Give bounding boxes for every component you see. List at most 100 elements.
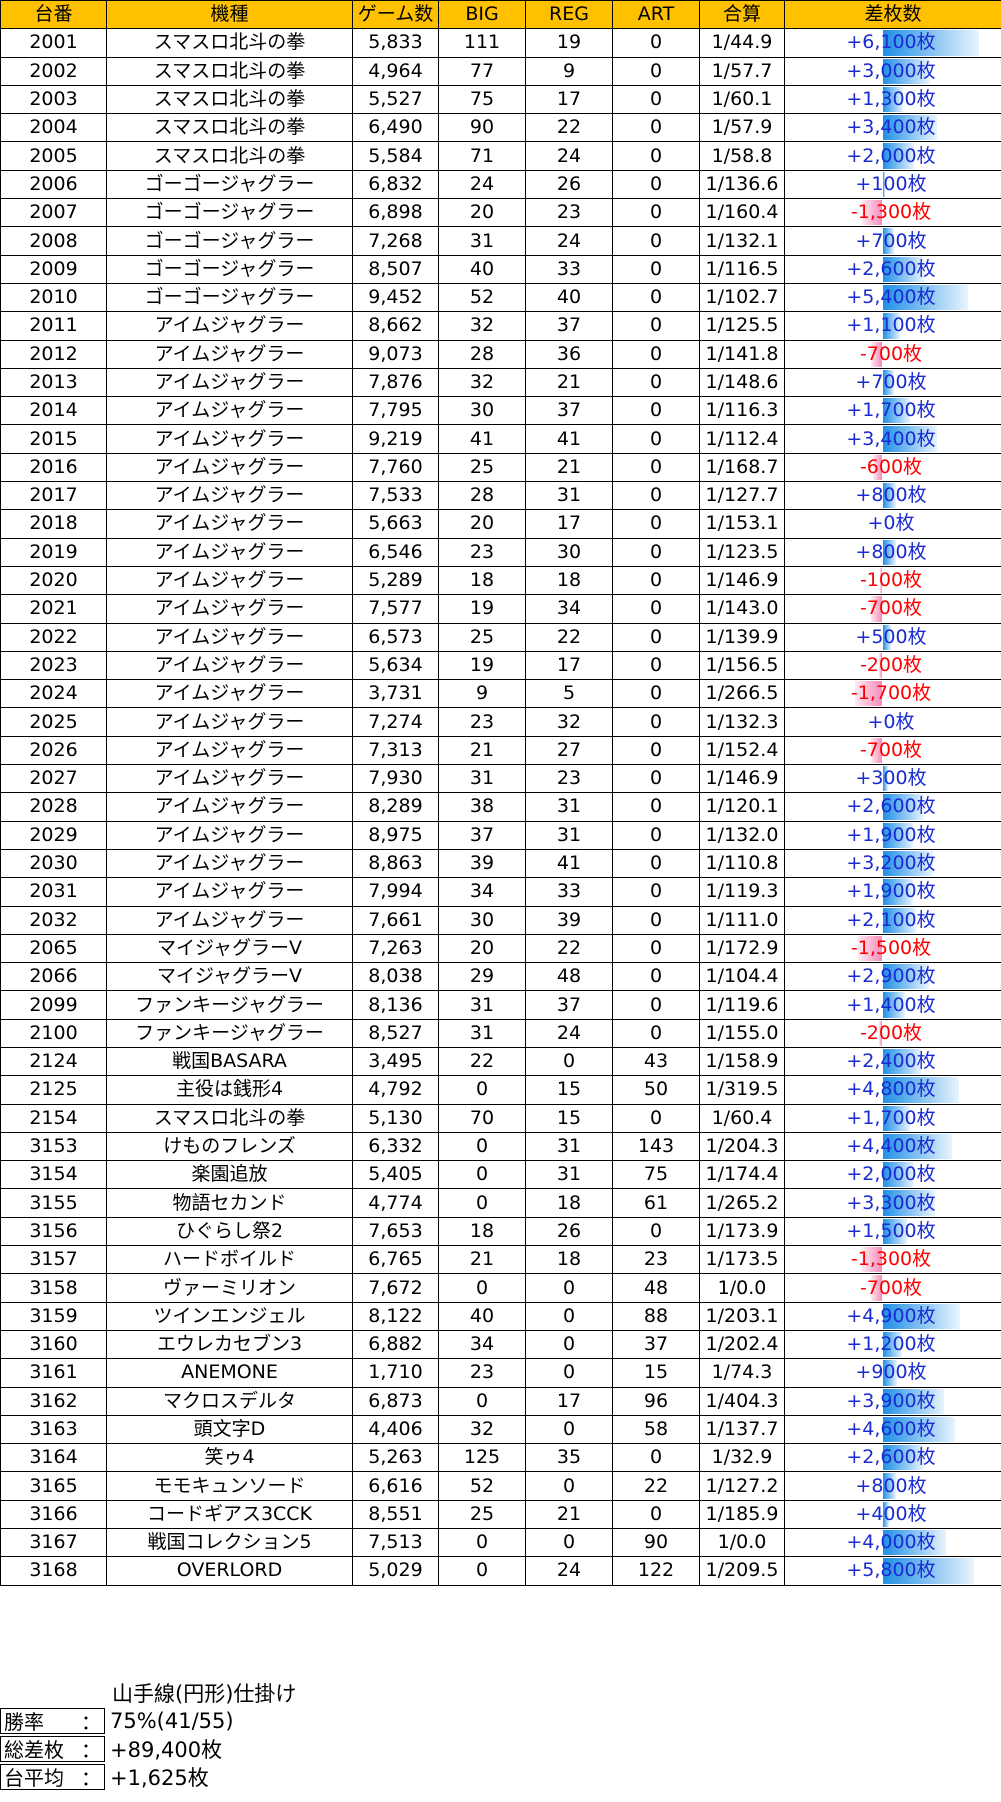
machine-number-cell: 3154 [0, 1160, 107, 1190]
big-cell: 41 [438, 424, 526, 454]
difference-cell: -1,700枚 [784, 679, 1001, 709]
difference-cell: -700枚 [784, 1273, 1001, 1303]
difference-value: +3,200枚 [846, 852, 936, 875]
difference-cell: -200枚 [784, 1018, 1001, 1048]
model-cell: 笑ゥ4 [106, 1443, 353, 1473]
difference-value: +3,000枚 [846, 59, 936, 82]
difference-value: +1,900枚 [846, 880, 936, 903]
big-cell: 19 [438, 594, 526, 624]
big-cell: 31 [438, 990, 526, 1020]
table-row: 2002 スマスロ北斗の拳 4,964 77 9 0 1/57.7 +3,000枚 [0, 56, 1001, 86]
difference-value: +800枚 [855, 1474, 927, 1497]
games-cell: 7,513 [352, 1528, 439, 1558]
reg-cell: 23 [525, 198, 613, 228]
combined-cell: 1/160.4 [699, 198, 785, 228]
machine-number-cell: 2030 [0, 848, 107, 879]
table-row: 2100 ファンキージャグラー 8,527 31 24 0 1/155.0 -200枚 [0, 1018, 1001, 1048]
model-cell: アイムジャグラー [106, 594, 353, 624]
machine-number-cell: 3162 [0, 1386, 107, 1416]
summary-colon: ： [81, 1738, 101, 1762]
big-cell: 22 [438, 1046, 526, 1077]
art-cell: 0 [612, 1018, 700, 1048]
summary-colon: ： [81, 1766, 101, 1790]
table-row: 2022 アイムジャグラー 6,573 25 22 0 1/139.9 +500枚 [0, 622, 1001, 652]
difference-cell: +0枚 [784, 707, 1001, 737]
games-cell: 3,495 [352, 1046, 439, 1077]
big-cell: 25 [438, 1499, 526, 1530]
difference-value: +700枚 [855, 371, 927, 393]
difference-cell: +1,500枚 [784, 1216, 1001, 1247]
difference-cell: +3,200枚 [784, 848, 1001, 879]
art-cell: 0 [612, 28, 700, 58]
games-cell: 9,073 [352, 339, 439, 369]
difference-value: +2,100枚 [846, 908, 936, 931]
table-row: 3168 OVERLORD 5,029 0 24 122 1/209.5 +5,800枚 [0, 1556, 1001, 1586]
reg-cell: 0 [525, 1329, 613, 1360]
machine-number-cell: 2124 [0, 1046, 107, 1077]
combined-cell: 1/141.8 [699, 339, 785, 369]
big-cell: 75 [438, 84, 526, 115]
machine-number-cell: 2024 [0, 679, 107, 709]
difference-cell: +300枚 [784, 764, 1001, 794]
difference-value: -100枚 [859, 569, 923, 592]
summary-value: +1,625枚 [110, 1765, 209, 1790]
reg-cell: 26 [525, 169, 613, 200]
art-cell: 88 [612, 1301, 700, 1331]
games-cell: 8,527 [352, 1018, 439, 1048]
table-row: 2003 スマスロ北斗の拳 5,527 75 17 0 1/60.1 +1,300枚 [0, 84, 1001, 115]
combined-cell: 1/102.7 [699, 282, 785, 313]
machine-number-cell: 2027 [0, 764, 107, 794]
machine-number-cell: 3160 [0, 1329, 107, 1360]
big-cell: 21 [438, 1245, 526, 1275]
games-cell: 7,661 [352, 905, 439, 935]
summary-key: 総差枚 [4, 1738, 64, 1762]
big-cell: 52 [438, 1471, 526, 1501]
difference-cell: +800枚 [784, 537, 1001, 567]
table-row: 2025 アイムジャグラー 7,274 23 32 0 1/132.3 +0枚 [0, 707, 1001, 737]
games-cell: 6,332 [352, 1131, 439, 1162]
art-cell: 75 [612, 1160, 700, 1190]
difference-value: +300枚 [855, 767, 927, 790]
difference-cell: +2,100枚 [784, 905, 1001, 935]
difference-cell: -600枚 [784, 452, 1001, 483]
games-cell: 1,710 [352, 1358, 439, 1388]
difference-cell: +1,900枚 [784, 877, 1001, 907]
machine-number-cell: 2029 [0, 820, 107, 850]
machine-number-cell: 2023 [0, 650, 107, 681]
difference-value: +1,900枚 [846, 823, 936, 846]
difference-cell: +4,900枚 [784, 1301, 1001, 1331]
reg-cell: 41 [525, 848, 613, 879]
machine-number-cell: 3165 [0, 1471, 107, 1501]
table-row: 2011 アイムジャグラー 8,662 32 37 0 1/125.5 +1,100枚 [0, 311, 1001, 341]
art-cell: 0 [612, 962, 700, 992]
machine-number-cell: 3168 [0, 1556, 107, 1586]
art-cell: 0 [612, 226, 700, 256]
difference-cell: -700枚 [784, 594, 1001, 624]
games-cell: 7,795 [352, 396, 439, 426]
model-cell: アイムジャグラー [106, 452, 353, 483]
games-cell: 5,289 [352, 565, 439, 596]
machine-number-cell: 2020 [0, 565, 107, 596]
table-row: 3157 ハードボイルド 6,765 21 18 23 1/173.5 -1,300枚 [0, 1245, 1001, 1275]
machine-number-cell: 2018 [0, 509, 107, 539]
model-cell: ツインエンジェル [106, 1301, 353, 1331]
games-cell: 8,136 [352, 990, 439, 1020]
big-cell: 52 [438, 282, 526, 313]
machine-number-cell: 2125 [0, 1075, 107, 1105]
big-cell: 30 [438, 396, 526, 426]
games-cell: 6,898 [352, 198, 439, 228]
reg-cell: 24 [525, 226, 613, 256]
model-cell: アイムジャグラー [106, 481, 353, 511]
difference-value: +1,400枚 [846, 993, 936, 1016]
reg-cell: 34 [525, 594, 613, 624]
big-cell: 38 [438, 792, 526, 822]
header-art: ART [612, 0, 700, 30]
art-cell: 0 [612, 56, 700, 86]
games-cell: 7,876 [352, 367, 439, 398]
games-cell: 8,122 [352, 1301, 439, 1331]
art-cell: 0 [612, 198, 700, 228]
games-cell: 4,774 [352, 1188, 439, 1218]
combined-cell: 1/155.0 [699, 1018, 785, 1048]
big-cell: 37 [438, 820, 526, 850]
combined-cell: 1/148.6 [699, 367, 785, 398]
